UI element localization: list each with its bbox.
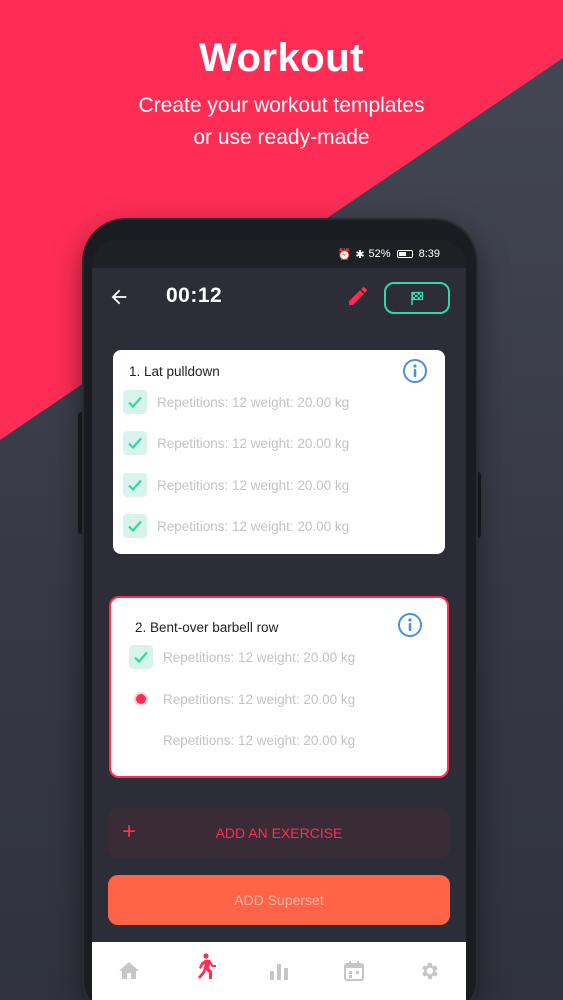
bluetooth-icon: ✱ (355, 248, 365, 261)
check-icon[interactable] (123, 514, 147, 538)
set-details: Repetitions: 12 weight: 20.00 kg (157, 394, 350, 410)
promo-subtitle: Create your workout templates or use rea… (0, 90, 563, 154)
exercise-card-bent-over-barbell-row[interactable]: 2. Bent-over barbell row Repetitions: 12… (109, 596, 449, 778)
promo-subtitle-line2: or use ready-made (193, 126, 370, 149)
set-row[interactable]: Repetitions: 12 weight: 20.00 kg (123, 388, 423, 416)
app-bar: 00:12 (92, 268, 466, 328)
nav-workout[interactable] (184, 951, 224, 991)
settings-icon (421, 962, 438, 980)
battery-icon (396, 250, 413, 258)
add-superset-button[interactable]: ADD Superset (108, 875, 450, 925)
check-icon[interactable] (129, 645, 153, 669)
check-icon[interactable] (123, 431, 147, 455)
set-row[interactable]: Repetitions: 12 weight: 20.00 kg (129, 643, 429, 671)
pending-set-marker (129, 728, 153, 752)
set-row[interactable]: Repetitions: 12 weight: 20.00 kg (123, 429, 423, 457)
bottom-navigation (92, 942, 466, 1000)
edit-pencil-icon[interactable] (346, 284, 372, 310)
info-icon[interactable] (397, 612, 423, 638)
workout-icon (198, 953, 217, 979)
nav-stats[interactable] (259, 951, 299, 991)
set-details: Repetitions: 12 weight: 20.00 kg (163, 691, 356, 707)
promo-subtitle-line1: Create your workout templates (138, 94, 425, 117)
battery-percent: 52% (368, 248, 391, 260)
home-icon (119, 962, 140, 979)
exercise-title: 2. Bent-over barbell row (135, 620, 279, 635)
current-set-radio[interactable] (129, 687, 153, 711)
nav-calendar[interactable] (334, 951, 374, 991)
nav-settings[interactable] (409, 951, 449, 991)
set-row[interactable]: Repetitions: 12 weight: 20.00 kg (123, 471, 423, 499)
phone-screen: ⏰ ✱ 52% 8:39 00:12 1. Lat pulldown Repet… (92, 240, 466, 1000)
exercise-card-lat-pulldown[interactable]: 1. Lat pulldown Repetitions: 12 weight: … (113, 350, 445, 554)
info-icon[interactable] (402, 358, 428, 384)
promo-title: Workout (199, 36, 364, 80)
stats-icon (269, 964, 288, 980)
nav-home[interactable] (109, 951, 149, 991)
finish-workout-button[interactable] (384, 282, 450, 314)
status-time: 8:39 (418, 248, 440, 260)
set-details: Repetitions: 12 weight: 20.00 kg (157, 435, 350, 451)
alarm-icon: ⏰ (337, 248, 352, 261)
set-details: Repetitions: 12 weight: 20.00 kg (157, 518, 350, 534)
checkered-flag-icon (411, 291, 424, 305)
set-row[interactable]: Repetitions: 12 weight: 20.00 kg (129, 726, 429, 754)
set-details: Repetitions: 12 weight: 20.00 kg (163, 649, 356, 665)
set-details: Repetitions: 12 weight: 20.00 kg (157, 477, 350, 493)
current-set-dot (136, 694, 146, 704)
check-icon[interactable] (123, 473, 147, 497)
exercise-title: 1. Lat pulldown (129, 364, 220, 379)
workout-timer: 00:12 (166, 284, 223, 307)
add-superset-label: ADD Superset (234, 892, 324, 908)
add-exercise-button[interactable]: + ADD AN EXERCISE (108, 808, 450, 858)
add-exercise-label: ADD AN EXERCISE (215, 825, 343, 841)
set-row[interactable]: Repetitions: 12 weight: 20.00 kg (123, 512, 423, 540)
status-bar: ⏰ ✱ 52% 8:39 (92, 240, 466, 268)
set-details: Repetitions: 12 weight: 20.00 kg (163, 732, 356, 748)
set-row[interactable]: Repetitions: 12 weight: 20.00 kg (129, 685, 429, 713)
check-icon[interactable] (123, 390, 147, 414)
calendar-icon (343, 961, 364, 981)
back-arrow-icon[interactable] (108, 282, 134, 312)
